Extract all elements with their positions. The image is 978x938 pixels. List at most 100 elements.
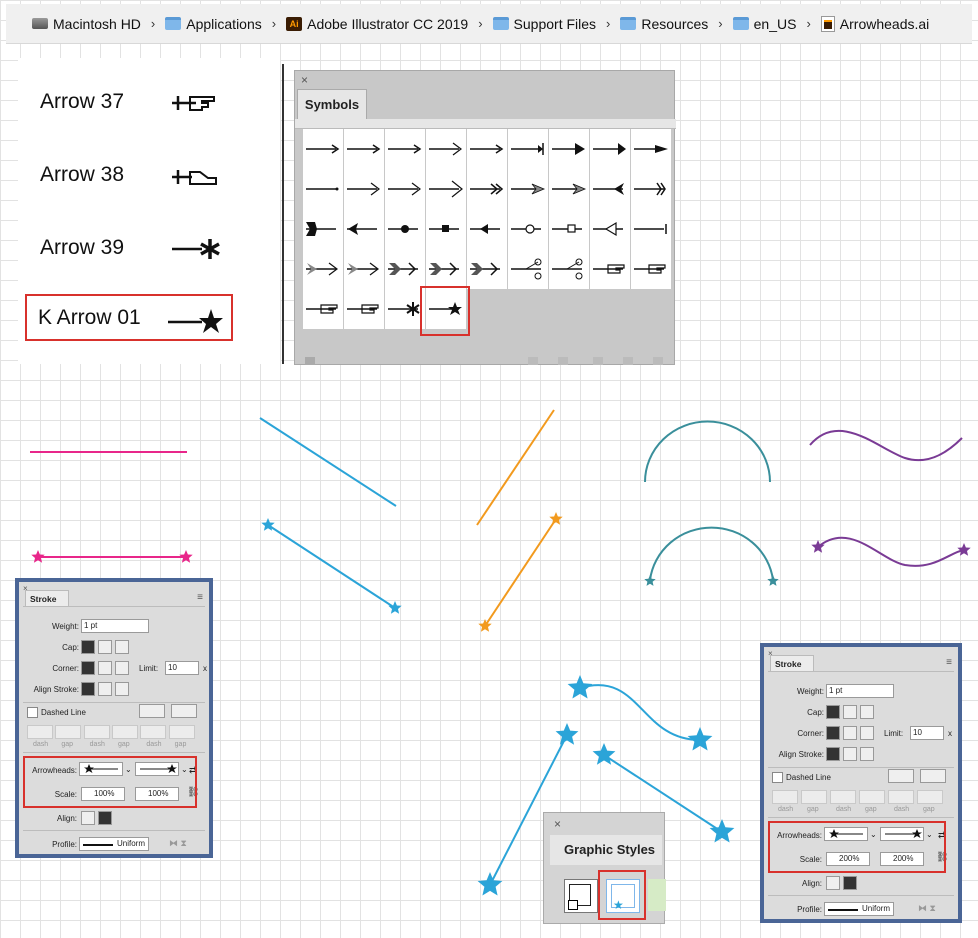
crumb-resources[interactable]: Resources	[620, 16, 708, 32]
butt-cap-button[interactable]	[81, 640, 95, 654]
butt-cap-button[interactable]	[826, 705, 840, 719]
symbol-tail-notch-solid[interactable]	[303, 209, 343, 249]
tab-graphic-styles[interactable]: Graphic Styles	[550, 835, 662, 865]
arrow-place-button[interactable]	[98, 811, 112, 825]
dash-gap-field[interactable]	[55, 725, 82, 739]
crumb-applications[interactable]: Applications	[165, 16, 262, 32]
panel-menu-icon[interactable]: ≡	[946, 657, 952, 668]
symbol-arrow-solid[interactable]	[549, 129, 589, 169]
round-join-button[interactable]	[843, 726, 857, 740]
miter-join-button[interactable]	[81, 661, 95, 675]
symbol-arrow-double[interactable]	[467, 169, 507, 209]
symbol-square[interactable]	[426, 209, 466, 249]
symbol-arrow-fat[interactable]	[631, 129, 671, 169]
crumb-support-files[interactable]: Support Files	[492, 16, 596, 32]
tab-symbols[interactable]: Symbols	[297, 89, 367, 120]
style-swatch-default[interactable]	[564, 879, 598, 913]
dashed-line-checkbox[interactable]	[772, 772, 783, 783]
symbol-arrow-thin[interactable]	[344, 129, 384, 169]
symbol-hand-pointer[interactable]	[303, 289, 343, 329]
dashed-line-checkbox[interactable]	[27, 707, 38, 718]
align-outside-button[interactable]	[860, 747, 874, 761]
symbol-arrow-dot-tip[interactable]	[303, 169, 343, 209]
symbol-scissors[interactable]	[508, 249, 548, 289]
dash-gap-field[interactable]	[888, 790, 914, 804]
symbol-arrow-feather[interactable]	[549, 169, 589, 209]
bevel-join-button[interactable]	[860, 726, 874, 740]
symbol-triangle-back[interactable]	[467, 209, 507, 249]
flip-profile-icon[interactable]: ⧓ ⧗	[918, 903, 936, 914]
tab-stroke[interactable]: Stroke	[25, 590, 69, 606]
symbol-circle-open[interactable]	[508, 209, 548, 249]
symbol-tail-notch[interactable]	[344, 209, 384, 249]
crumb-macintosh-hd[interactable]: Macintosh HD	[32, 16, 141, 32]
dash-gap-field[interactable]	[112, 725, 138, 739]
panel-menu-icon[interactable]: ≡	[197, 592, 203, 603]
symbol-arrow-thin[interactable]	[467, 129, 507, 169]
dash-gap-field[interactable]	[917, 790, 943, 804]
round-cap-button[interactable]	[843, 705, 857, 719]
style-swatch-green[interactable]	[648, 879, 666, 911]
symbol-fletch[interactable]	[426, 249, 466, 289]
align-inside-button[interactable]	[98, 682, 112, 696]
dash-preserve-button[interactable]	[888, 769, 914, 783]
bevel-join-button[interactable]	[115, 661, 129, 675]
dash-align-button[interactable]	[920, 769, 946, 783]
weight-input[interactable]: 1 pt	[81, 619, 149, 633]
projecting-cap-button[interactable]	[860, 705, 874, 719]
symbol-triangle-open[interactable]	[590, 209, 630, 249]
symbol-arrow-bar[interactable]	[508, 129, 548, 169]
dash-gap-field[interactable]	[140, 725, 167, 739]
close-icon[interactable]: ×	[554, 817, 561, 831]
align-outside-button[interactable]	[115, 682, 129, 696]
symbol-arrow-thin[interactable]	[385, 129, 425, 169]
symbol-scissors[interactable]	[549, 249, 589, 289]
limit-input[interactable]: 10	[165, 661, 199, 675]
flip-profile-icon[interactable]: ⧓ ⧗	[169, 838, 187, 849]
tab-stroke[interactable]: Stroke	[770, 655, 814, 671]
weight-input[interactable]: 1 pt	[826, 684, 894, 698]
symbol-hand-pointer[interactable]	[344, 289, 384, 329]
symbol-arrow-open-wide[interactable]	[426, 169, 466, 209]
dash-preserve-button[interactable]	[139, 704, 165, 718]
symbol-square-open[interactable]	[549, 209, 589, 249]
symbol-arrow-fletch[interactable]	[631, 169, 671, 209]
align-center-button[interactable]	[826, 747, 840, 761]
align-inside-button[interactable]	[843, 747, 857, 761]
symbol-arrow-open[interactable]	[426, 129, 466, 169]
dash-gap-field[interactable]	[859, 790, 885, 804]
symbol-arrow-open[interactable]	[344, 169, 384, 209]
crumb-en-us[interactable]: en_US	[732, 16, 796, 32]
dash-gap-field[interactable]	[83, 725, 110, 739]
dash-gap-field[interactable]	[168, 725, 195, 739]
symbol-arrow-thin[interactable]	[303, 129, 343, 169]
projecting-cap-button[interactable]	[115, 640, 129, 654]
arrow-extend-button[interactable]	[81, 811, 95, 825]
symbol-arrow-open[interactable]	[385, 169, 425, 209]
symbol-arrow-solid-long[interactable]	[590, 129, 630, 169]
arrow-extend-button[interactable]	[826, 876, 840, 890]
symbol-hand-pointer[interactable]	[631, 249, 671, 289]
symbol-feather-tail[interactable]	[303, 249, 343, 289]
symbol-circle[interactable]	[385, 209, 425, 249]
dash-align-button[interactable]	[171, 704, 197, 718]
crumb-arrowheads-file[interactable]: Arrowheads.ai	[820, 15, 929, 32]
dash-gap-field[interactable]	[27, 725, 53, 739]
symbol-fletch[interactable]	[385, 249, 425, 289]
dash-gap-field[interactable]	[801, 790, 827, 804]
symbol-fletch[interactable]	[467, 249, 507, 289]
align-center-button[interactable]	[81, 682, 95, 696]
dash-gap-field[interactable]	[830, 790, 856, 804]
symbol-feather-tail[interactable]	[344, 249, 384, 289]
symbol-asterisk[interactable]	[385, 289, 425, 329]
dash-gap-field[interactable]	[772, 790, 798, 804]
symbol-arrow-notch[interactable]	[590, 169, 630, 209]
round-cap-button[interactable]	[98, 640, 112, 654]
symbol-bar-end[interactable]	[631, 209, 671, 249]
symbol-hand-pointer[interactable]	[590, 249, 630, 289]
symbol-arrow-feather[interactable]	[508, 169, 548, 209]
miter-join-button[interactable]	[826, 726, 840, 740]
arrow-place-button[interactable]	[843, 876, 857, 890]
limit-input[interactable]: 10	[910, 726, 944, 740]
close-icon[interactable]: ×	[301, 73, 308, 87]
